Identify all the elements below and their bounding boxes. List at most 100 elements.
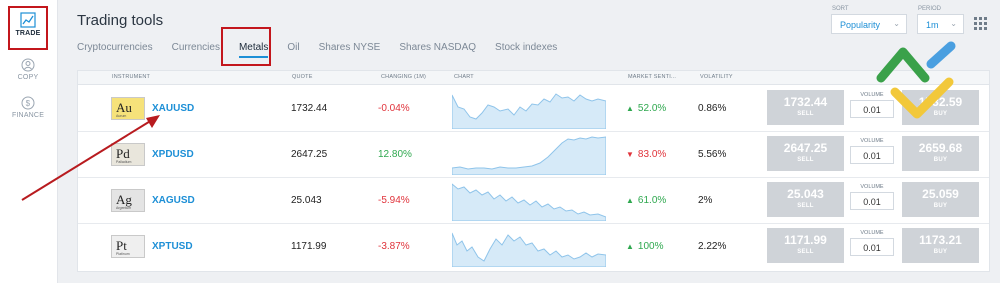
sell-label: SELL xyxy=(797,249,814,255)
arrow-up-icon: ▲ xyxy=(626,196,634,205)
sell-button[interactable]: 1171.99 SELL xyxy=(767,228,844,263)
table-row[interactable]: Pt Platinum XPTUSD 1171.99 -3.87% ▲ 100% … xyxy=(78,224,989,270)
copy-user-icon xyxy=(21,58,35,72)
arrow-down-icon: ▼ xyxy=(626,150,634,159)
instrument-symbol[interactable]: XPDUSD xyxy=(152,149,194,160)
volume-label: VOLUME xyxy=(860,184,884,190)
market-sentiment: ▲ 100% xyxy=(626,241,664,252)
metal-name: Argentum xyxy=(116,206,132,210)
col-changing: CHANGING (1M) xyxy=(381,74,427,80)
metal-symbol: Pt xyxy=(116,238,127,253)
sort-value: Popularity xyxy=(840,20,881,30)
buy-price: 25.059 xyxy=(922,187,959,201)
volume-input[interactable]: 0.01 xyxy=(850,238,894,256)
period-label: PERIOD xyxy=(918,6,942,12)
sell-price: 2647.25 xyxy=(783,141,828,155)
volume-label: VOLUME xyxy=(860,230,884,236)
nav-finance[interactable]: $ FINANCE xyxy=(0,96,56,119)
instrument-symbol[interactable]: XAUUSD xyxy=(152,103,194,114)
metals-tab-highlight xyxy=(221,27,271,66)
table-row[interactable]: Pd Palladium XPDUSD 2647.25 12.80% ▼ 83.0… xyxy=(78,132,989,178)
nav-trade-label: TRADE xyxy=(15,30,41,37)
instrument-symbol[interactable]: XAGUSD xyxy=(152,195,195,206)
metal-symbol: Ag xyxy=(116,192,132,207)
instrument-symbol[interactable]: XPTUSD xyxy=(152,241,193,252)
table-header: INSTRUMENT QUOTE CHANGING (1M) CHART MAR… xyxy=(78,71,989,85)
buy-label: BUY xyxy=(933,157,948,163)
metal-symbol: Pd xyxy=(116,146,130,161)
tab-stock-indexes[interactable]: Stock indexes xyxy=(495,42,557,58)
col-market-sentiment: MARKET SENTI... xyxy=(628,74,677,80)
metal-icon-au: Au Aurum xyxy=(111,97,145,120)
tab-shares-nyse[interactable]: Shares NYSE xyxy=(319,42,381,58)
nav-copy-label: COPY xyxy=(17,74,39,81)
metal-icon-ag: Ag Argentum xyxy=(111,189,145,212)
tab-oil[interactable]: Oil xyxy=(287,42,299,58)
chart-icon xyxy=(20,12,36,28)
quote-value: 25.043 xyxy=(291,195,322,206)
brand-logo xyxy=(876,41,956,119)
change-value: -0.04% xyxy=(378,103,410,114)
volume-control: VOLUME 0.01 xyxy=(850,184,894,210)
table-row[interactable]: Au Aurum XAUUSD 1732.44 -0.04% ▲ 52.0% 0.… xyxy=(78,86,989,132)
buy-button[interactable]: 25.059 BUY xyxy=(902,182,979,217)
nav-copy[interactable]: COPY xyxy=(0,58,56,81)
volume-input[interactable]: 0.01 xyxy=(850,192,894,210)
metal-icon-pt: Pt Platinum xyxy=(111,235,145,258)
sell-button[interactable]: 1732.44 SELL xyxy=(767,90,844,125)
instruments-table: INSTRUMENT QUOTE CHANGING (1M) CHART MAR… xyxy=(77,70,990,272)
buy-label: BUY xyxy=(933,203,948,209)
col-quote: QUOTE xyxy=(292,74,313,80)
quote-value: 1732.44 xyxy=(291,103,328,114)
trading-tools-page: TRADE COPY $ FINANCE Trading tools Crypt… xyxy=(0,0,1000,283)
sparkline-chart xyxy=(452,183,606,221)
volatility-value: 2.22% xyxy=(698,241,727,252)
sell-button[interactable]: 2647.25 SELL xyxy=(767,136,844,171)
volatility-value: 5.56% xyxy=(698,149,727,160)
sort-select[interactable]: Popularity ⌄ xyxy=(831,14,907,34)
quote-value: 1171.99 xyxy=(291,241,327,252)
sort-label: SORT xyxy=(832,6,849,12)
metal-name: Palladium xyxy=(116,160,132,164)
col-chart: CHART xyxy=(454,74,474,80)
market-sentiment: ▲ 52.0% xyxy=(626,103,666,114)
buy-label: BUY xyxy=(933,249,948,255)
volume-input[interactable]: 0.01 xyxy=(850,146,894,164)
sentiment-value: 100% xyxy=(637,241,664,252)
buy-button[interactable]: 1173.21 BUY xyxy=(902,228,979,263)
nav-finance-label: FINANCE xyxy=(11,112,45,119)
buy-button[interactable]: 2659.68 BUY xyxy=(902,136,979,171)
sell-price: 1171.99 xyxy=(784,233,827,247)
market-sentiment: ▼ 83.0% xyxy=(626,149,666,160)
chevron-down-icon: ⌄ xyxy=(893,19,900,28)
nav-trade[interactable]: TRADE xyxy=(8,6,48,50)
table-row[interactable]: Ag Argentum XAGUSD 25.043 -5.94% ▲ 61.0% … xyxy=(78,178,989,224)
arrow-up-icon: ▲ xyxy=(626,104,634,113)
sentiment-value: 83.0% xyxy=(637,149,667,160)
tab-currencies[interactable]: Currencies xyxy=(172,42,220,58)
grid-view-button[interactable] xyxy=(974,17,988,31)
page-title: Trading tools xyxy=(77,12,164,29)
sparkline-chart xyxy=(452,232,606,267)
sell-button[interactable]: 25.043 SELL xyxy=(767,182,844,217)
col-volatility: VOLATILITY xyxy=(700,74,733,80)
sell-label: SELL xyxy=(797,157,814,163)
metal-name: Aurum xyxy=(116,114,127,118)
tab-shares-nasdaq[interactable]: Shares NASDAQ xyxy=(399,42,476,58)
metal-symbol: Au xyxy=(116,100,132,115)
sparkline-chart xyxy=(452,136,606,175)
buy-price: 2659.68 xyxy=(918,141,963,155)
sell-price: 1732.44 xyxy=(783,95,828,109)
sparkline-chart xyxy=(452,93,606,129)
chevron-down-icon: ⌄ xyxy=(950,19,957,28)
col-instrument: INSTRUMENT xyxy=(112,74,151,80)
tab-cryptocurrencies[interactable]: Cryptocurrencies xyxy=(77,42,153,58)
finance-dollar-icon: $ xyxy=(21,96,35,110)
volume-control: VOLUME 0.01 xyxy=(850,138,894,164)
svg-text:$: $ xyxy=(26,99,31,108)
buy-price: 1173.21 xyxy=(919,233,962,247)
change-value: -5.94% xyxy=(378,195,410,206)
period-select[interactable]: 1m ⌄ xyxy=(917,14,964,34)
sentiment-value: 61.0% xyxy=(637,195,667,206)
change-value: 12.80% xyxy=(378,149,412,160)
